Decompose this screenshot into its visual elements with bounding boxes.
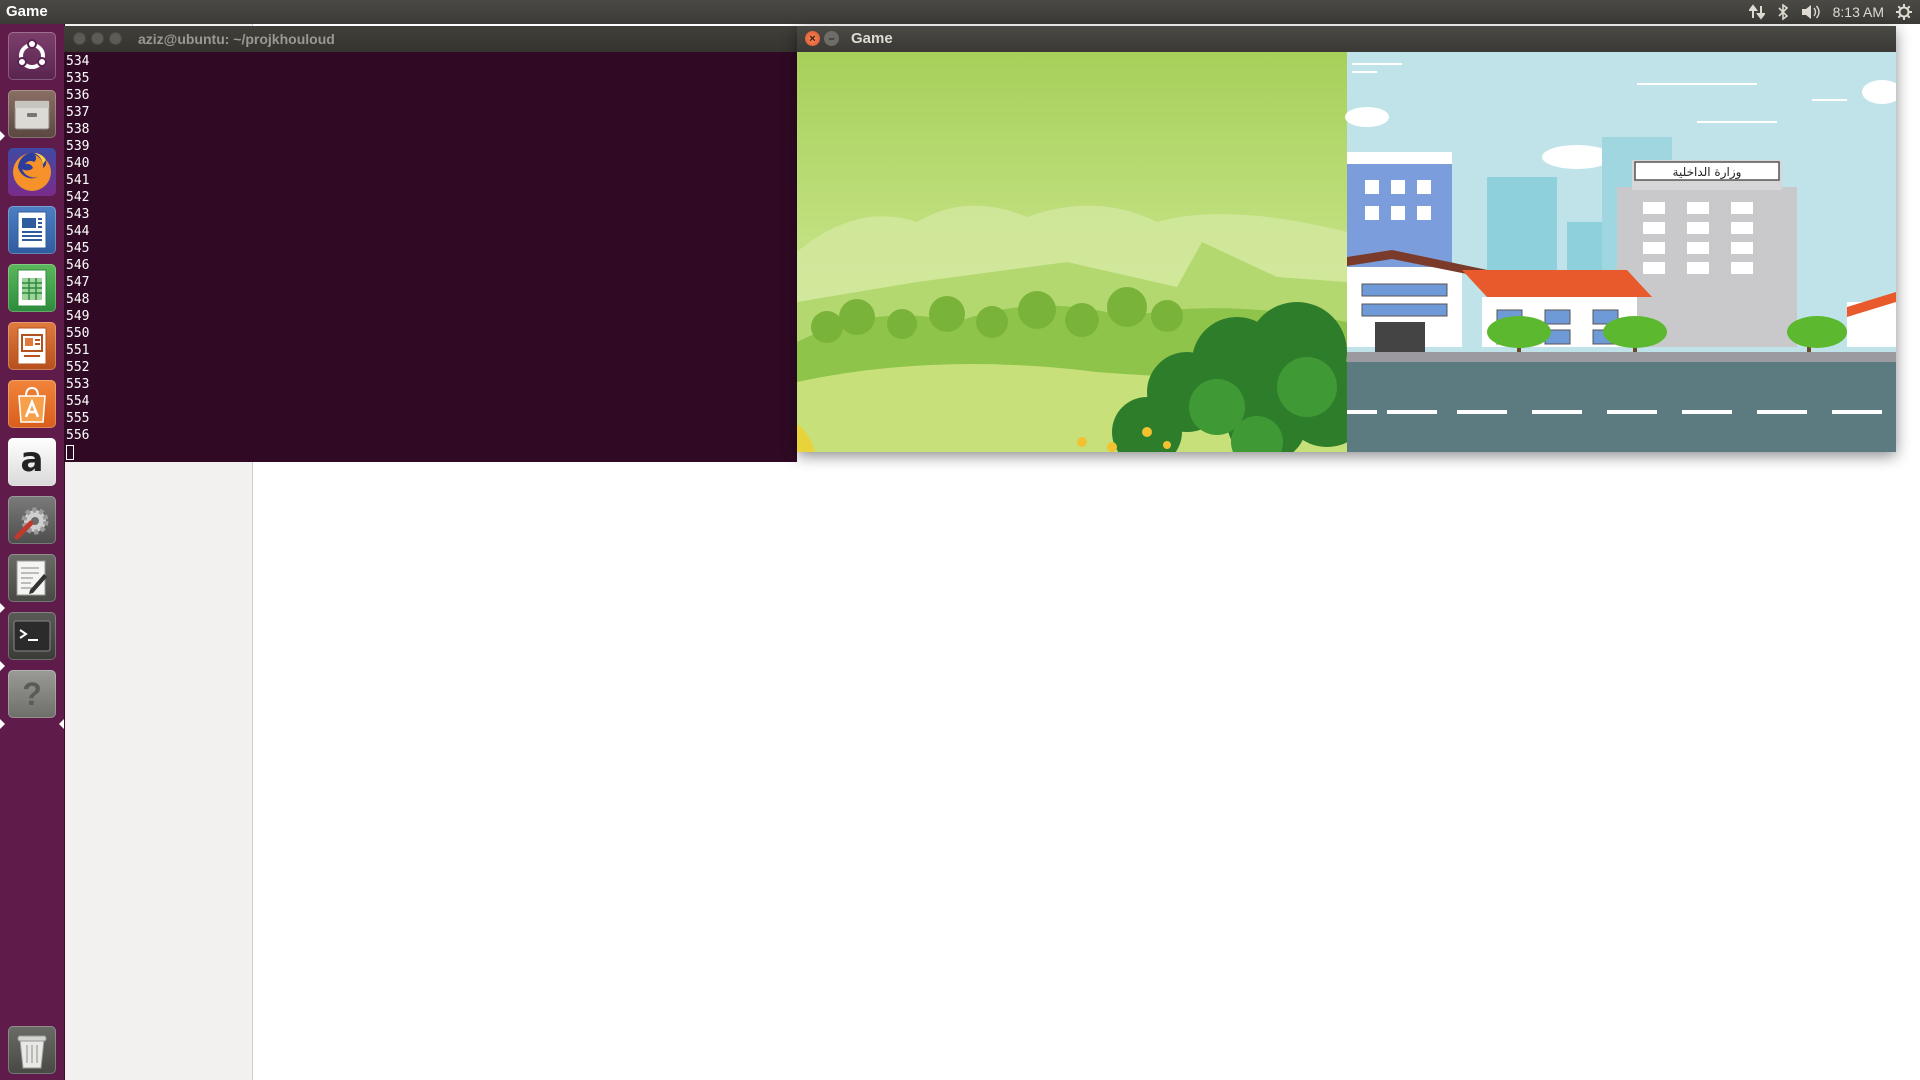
terminal-titlebar[interactable]: aziz@ubuntu: ~/projkhouloud <box>64 26 797 52</box>
building-sign: وزارة الداخلية <box>1673 165 1742 180</box>
launcher-item-impress[interactable] <box>6 320 58 372</box>
terminal-line: 556 <box>66 428 90 443</box>
libreoffice-calc-icon <box>8 264 56 312</box>
files-icon <box>8 90 56 138</box>
launcher-item-settings[interactable] <box>6 494 58 546</box>
terminal-line: 544 <box>66 224 90 239</box>
terminal-line: 538 <box>66 122 90 137</box>
amazon-letter: a <box>20 440 44 480</box>
terminal-cursor <box>66 445 74 460</box>
system-tray: 8:13 AM <box>1748 0 1912 24</box>
terminal-line: 552 <box>66 360 90 375</box>
game-window[interactable]: × – Game وزارة الداخلية <box>797 26 1896 452</box>
game-title: Game <box>851 30 893 47</box>
terminal-line: 555 <box>66 411 90 426</box>
terminal-maximize-button[interactable] <box>109 32 122 45</box>
minimize-icon: – <box>828 32 835 45</box>
terminal-line: 536 <box>66 88 90 103</box>
help-icon: ? <box>8 670 56 718</box>
terminal-line: 546 <box>66 258 90 273</box>
terminal-line: 548 <box>66 292 90 307</box>
launcher-item-software[interactable] <box>6 378 58 430</box>
system-gear-icon[interactable] <box>1896 4 1912 20</box>
launcher-item-amazon[interactable]: a <box>6 436 58 488</box>
launcher-item-trash[interactable] <box>6 1024 58 1076</box>
bluetooth-icon[interactable] <box>1777 4 1789 20</box>
terminal-line: 553 <box>66 377 90 392</box>
system-settings-icon <box>8 496 56 544</box>
libreoffice-impress-icon <box>8 322 56 370</box>
terminal-line: 550 <box>66 326 90 341</box>
game-titlebar[interactable]: × – Game <box>797 26 1896 52</box>
volume-icon[interactable] <box>1801 4 1821 20</box>
active-app-name: Game <box>6 3 48 20</box>
terminal-window[interactable]: aziz@ubuntu: ~/projkhouloud 534 535 536 537… <box>64 26 797 462</box>
running-indicator <box>0 131 5 141</box>
launcher-item-writer[interactable] <box>6 204 58 256</box>
terminal-line: 539 <box>66 139 90 154</box>
close-icon: × <box>809 32 816 45</box>
launcher-item-terminal[interactable] <box>6 610 58 662</box>
terminal-line: 534 <box>66 54 90 69</box>
top-panel: Game 8:13 AM <box>0 0 1920 24</box>
terminal-line: 537 <box>66 105 90 120</box>
game-canvas[interactable]: وزارة الداخلية <box>797 52 1896 452</box>
unity-launcher: a ? <box>0 24 65 1080</box>
terminal-line: 551 <box>66 343 90 358</box>
game-close-button[interactable]: × <box>805 31 820 46</box>
ubuntu-software-icon <box>8 380 56 428</box>
libreoffice-writer-icon <box>8 206 56 254</box>
terminal-output[interactable]: 534 535 536 537 538 539 540 541 542 543 544 545 546 5… <box>66 53 794 461</box>
trash-icon <box>8 1026 56 1074</box>
focused-indicator <box>59 719 64 729</box>
terminal-minimize-button[interactable] <box>91 32 104 45</box>
help-glyph: ? <box>22 675 42 712</box>
network-icon[interactable] <box>1748 4 1765 20</box>
terminal-line: 545 <box>66 241 90 256</box>
launcher-item-text-editor[interactable] <box>6 552 58 604</box>
city-background: وزارة الداخلية <box>1345 52 1896 452</box>
launcher-item-calc[interactable] <box>6 262 58 314</box>
launcher-item-firefox[interactable] <box>6 146 58 198</box>
running-indicator <box>0 661 5 671</box>
terminal-line: 542 <box>66 190 90 205</box>
running-indicator <box>0 603 5 613</box>
terminal-line: 540 <box>66 156 90 171</box>
terminal-line: 554 <box>66 394 90 409</box>
terminal-line: 549 <box>66 309 90 324</box>
terminal-line: 535 <box>66 71 90 86</box>
running-indicator <box>0 719 5 729</box>
terminal-cursor-line <box>66 444 794 461</box>
launcher-item-help[interactable]: ? <box>6 668 58 720</box>
terminal-line: 547 <box>66 275 90 290</box>
launcher-item-dash[interactable] <box>6 30 58 82</box>
terminal-line: 543 <box>66 207 90 222</box>
launcher-item-files[interactable] <box>6 88 58 140</box>
forest-background <box>797 52 1372 452</box>
game-scene: وزارة الداخلية <box>797 52 1896 452</box>
terminal-close-button[interactable] <box>73 32 86 45</box>
firefox-icon <box>8 148 56 196</box>
text-editor-icon <box>8 554 56 602</box>
terminal-line: 541 <box>66 173 90 188</box>
terminal-icon <box>8 612 56 660</box>
ubuntu-dash-icon <box>8 32 56 80</box>
clock[interactable]: 8:13 AM <box>1833 4 1884 20</box>
amazon-icon: a <box>8 438 56 486</box>
game-minimize-button[interactable]: – <box>824 31 839 46</box>
terminal-title: aziz@ubuntu: ~/projkhouloud <box>138 31 335 47</box>
